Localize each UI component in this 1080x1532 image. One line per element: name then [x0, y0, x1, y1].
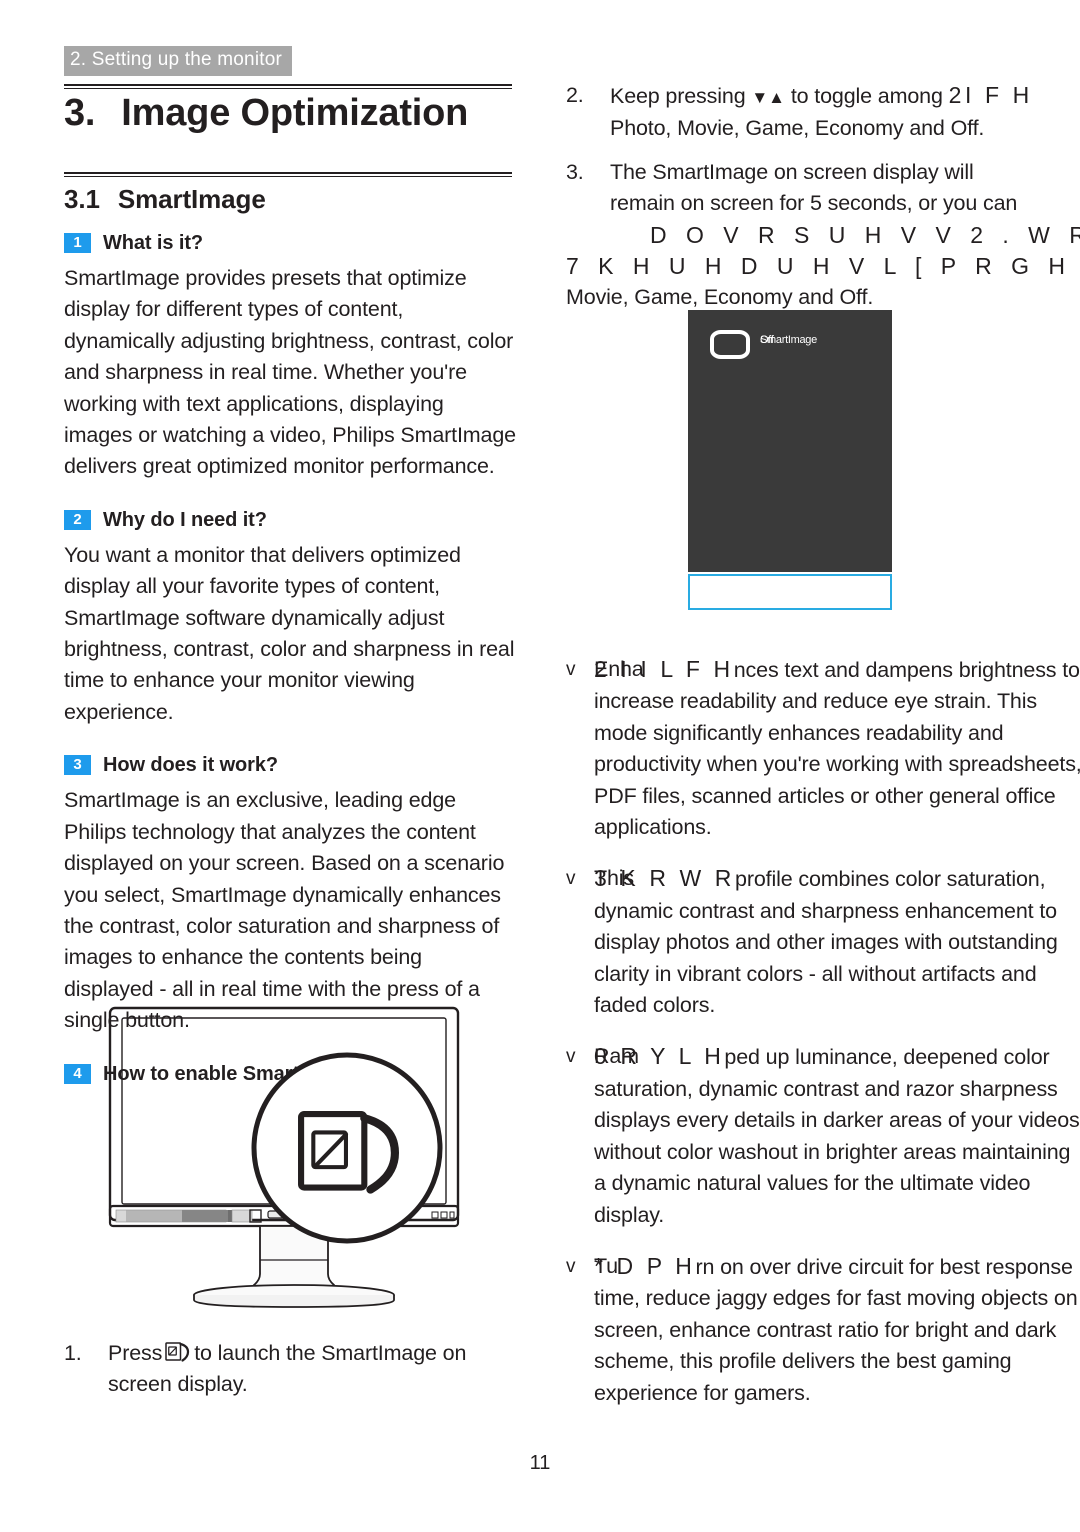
- subhead-what-is-it: 1 What is it?: [64, 232, 516, 255]
- page-number: 11: [529, 1452, 551, 1474]
- paragraph-what-is-it: SmartImage provides presets that optimiz…: [64, 266, 516, 479]
- monitor-screen-icon: [710, 330, 750, 359]
- step-3: 3. The SmartImage on screen display will…: [566, 157, 1080, 314]
- step-3-body: The SmartImage on screen display will re…: [566, 157, 1080, 314]
- osd-label-stack: SmartImage Off: [760, 334, 870, 356]
- step-3-line-2: remain on screen for 5 seconds, or you c…: [610, 191, 1018, 216]
- paragraph-why-need-it: You want a monitor that delivers optimiz…: [64, 542, 515, 724]
- subhead-how-does-it-work: 3 How does it work?: [64, 754, 516, 777]
- chapter-title-text: Image Optimization: [121, 92, 469, 134]
- bullet-photo-overlap-text: This: [594, 866, 635, 891]
- up-arrow-icon: ▲: [768, 88, 785, 107]
- step-3-line-1: The SmartImage on screen display will: [610, 159, 974, 184]
- rule-above-chapter-title: [64, 84, 512, 89]
- step-1-number: 1.: [64, 1341, 82, 1365]
- subhead-label-2: Why do I need it?: [103, 508, 267, 531]
- chapter-number: 3.: [64, 92, 96, 134]
- bullet-office-overlap: 2 I I L F H Enha: [594, 654, 734, 686]
- step-3-encoded-line-2: 7 K H U H D U H V L [ P R G H V W R V H: [566, 253, 1080, 280]
- osd-panel: SmartImage Off: [688, 310, 892, 572]
- step-2: 2. Keep pressing ▼▲ to toggle among 2I F…: [566, 80, 1080, 145]
- page-title: 3. Image Optimization: [64, 92, 468, 135]
- bullet-game-body: * D P H Tu rn on over drive circuit for be…: [594, 1251, 1080, 1409]
- bullet-marker: v: [566, 1255, 576, 1277]
- subhead-badge-4: 4: [64, 1063, 91, 1084]
- subhead-badge-2: 2: [64, 509, 91, 530]
- left-column: 1 What is it? SmartImage provides preset…: [64, 232, 516, 1094]
- smartimage-icon: [165, 1342, 191, 1363]
- section-number: 3.1: [64, 184, 100, 214]
- bullet-game-overlap: * D P H Tu: [594, 1251, 695, 1283]
- bullet-movie-overlap-text: Ram: [594, 1044, 639, 1069]
- step-1-text-before: Press: [108, 1341, 163, 1365]
- step-2-text-after: Photo, Movie, Game, Economy and Off.: [610, 116, 985, 141]
- section-title-text: SmartImage: [117, 184, 266, 214]
- bullet-movie-overlap: 0 R Y L H Ram: [594, 1041, 724, 1073]
- osd-illustration: SmartImage Off: [688, 310, 892, 610]
- bullet-marker: v: [566, 1046, 576, 1068]
- manual-page: 2. Setting up the monitor 3. Image Optimi…: [0, 0, 1080, 1532]
- step-1-body: Press to launch the SmartImage on screen…: [108, 1338, 516, 1401]
- right-column: 2. Keep pressing ▼▲ to toggle among 2I F…: [566, 80, 1080, 314]
- osd-label-off: Off: [760, 334, 774, 346]
- section-title: 3.1 SmartImage: [64, 184, 266, 215]
- bullet-marker: v: [566, 659, 576, 680]
- subhead-label-3: How does it work?: [103, 754, 278, 777]
- bullet-game-overlap-text: Tu: [594, 1253, 618, 1278]
- bullet-game: v * D P H Tu rn on over drive circuit for …: [566, 1251, 1080, 1409]
- bullet-photo-overlap: 3 K R W R This: [594, 863, 735, 895]
- rule-above-section-title: [64, 172, 512, 177]
- step-1: 1. Press to launch the SmartImage on scr…: [64, 1338, 516, 1401]
- bullet-movie: v 0 R Y L H Ram ped up luminance, deepened…: [566, 1041, 1080, 1230]
- step-2-encoded-mode: 2I F H: [948, 82, 1033, 108]
- step-2-body: Keep pressing ▼▲ to toggle among 2I F H …: [610, 80, 1080, 145]
- bullet-office-body: 2 I I L F H Enha nces text and dampens bri…: [594, 654, 1080, 843]
- running-header: 2. Setting up the monitor: [64, 46, 293, 76]
- step-2-text-before: Keep pressing: [610, 84, 746, 108]
- monitor-illustration: PHILIPS: [92, 998, 492, 1320]
- figure-caption-step-1: 1. Press to launch the SmartImage on scr…: [64, 1338, 516, 1413]
- subhead-badge-1: 1: [64, 233, 91, 253]
- bullet-movie-body: 0 R Y L H Ram ped up luminance, deepened c…: [594, 1041, 1080, 1230]
- bullet-photo: v 3 K R W R This profile combines color sa…: [566, 863, 1080, 1021]
- bullet-marker: v: [566, 868, 576, 890]
- bullet-office-overlap-text: Enha: [594, 657, 644, 681]
- bullet-photo-body: 3 K R W R This profile combines color satu…: [594, 863, 1080, 1021]
- step-2-number: 2.: [566, 83, 584, 107]
- step-2-text-middle: to toggle among: [790, 84, 943, 108]
- down-arrow-icon: ▼: [751, 88, 769, 107]
- osd-selection-strip: [688, 574, 892, 610]
- bullet-office: v 2 I I L F H Enha nces text and dampens b…: [566, 654, 1080, 843]
- step-3-encoded-line-1: D O V R S U H V V 2 . W R P D N H: [650, 221, 1080, 248]
- subhead-label-1: What is it?: [103, 232, 204, 254]
- subhead-badge-3: 3: [64, 755, 91, 776]
- mode-descriptions: v 2 I I L F H Enha nces text and dampens b…: [566, 654, 1080, 1429]
- subhead-why-need-it: 2 Why do I need it?: [64, 509, 516, 532]
